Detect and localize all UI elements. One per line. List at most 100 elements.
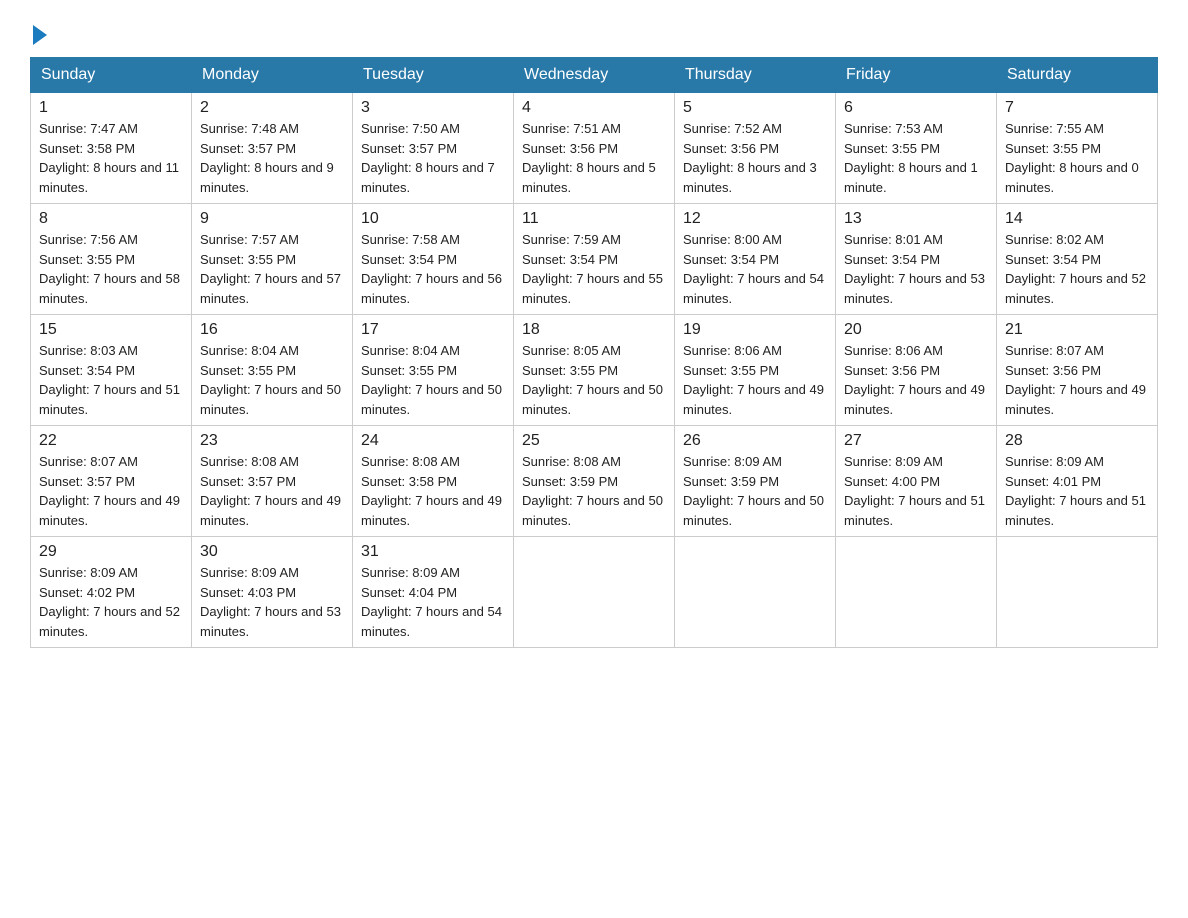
calendar-cell: 22 Sunrise: 8:07 AMSunset: 3:57 PMDayligh… bbox=[31, 426, 192, 537]
day-number: 10 bbox=[361, 210, 505, 228]
calendar-cell: 3 Sunrise: 7:50 AMSunset: 3:57 PMDaylight… bbox=[353, 93, 514, 204]
day-number: 5 bbox=[683, 99, 827, 117]
day-info: Sunrise: 8:09 AMSunset: 4:01 PMDaylight:… bbox=[1005, 452, 1149, 530]
day-info: Sunrise: 7:57 AMSunset: 3:55 PMDaylight:… bbox=[200, 230, 344, 308]
day-number: 22 bbox=[39, 432, 183, 450]
calendar-cell: 29Sunrise: 8:09 AMSunset: 4:02 PMDayligh… bbox=[31, 537, 192, 648]
day-info: Sunrise: 7:50 AMSunset: 3:57 PMDaylight:… bbox=[361, 119, 505, 197]
calendar-cell: 19 Sunrise: 8:06 AMSunset: 3:55 PMDayligh… bbox=[675, 315, 836, 426]
calendar-cell bbox=[836, 537, 997, 648]
day-number: 3 bbox=[361, 99, 505, 117]
day-info: Sunrise: 7:55 AMSunset: 3:55 PMDaylight:… bbox=[1005, 119, 1149, 197]
week-row-3: 15Sunrise: 8:03 AMSunset: 3:54 PMDayligh… bbox=[31, 315, 1158, 426]
day-info: Sunrise: 8:02 AMSunset: 3:54 PMDaylight:… bbox=[1005, 230, 1149, 308]
day-info: Sunrise: 8:07 AMSunset: 3:56 PMDaylight:… bbox=[1005, 341, 1149, 419]
day-number: 19 bbox=[683, 321, 827, 339]
calendar-cell: 8Sunrise: 7:56 AMSunset: 3:55 PMDaylight… bbox=[31, 204, 192, 315]
day-number: 24 bbox=[361, 432, 505, 450]
page-header bbox=[30, 20, 1158, 47]
calendar-cell: 16 Sunrise: 8:04 AMSunset: 3:55 PMDayligh… bbox=[192, 315, 353, 426]
calendar-cell: 10 Sunrise: 7:58 AMSunset: 3:54 PMDayligh… bbox=[353, 204, 514, 315]
day-number: 27 bbox=[844, 432, 988, 450]
day-number: 17 bbox=[361, 321, 505, 339]
day-info: Sunrise: 7:48 AMSunset: 3:57 PMDaylight:… bbox=[200, 119, 344, 197]
calendar-cell: 23 Sunrise: 8:08 AMSunset: 3:57 PMDayligh… bbox=[192, 426, 353, 537]
calendar-cell: 27 Sunrise: 8:09 AMSunset: 4:00 PMDayligh… bbox=[836, 426, 997, 537]
day-number: 30 bbox=[200, 543, 344, 561]
calendar-body: 1 Sunrise: 7:47 AMSunset: 3:58 PMDaylight… bbox=[31, 93, 1158, 648]
calendar-table: SundayMondayTuesdayWednesdayThursdayFrid… bbox=[30, 57, 1158, 648]
calendar-cell: 1 Sunrise: 7:47 AMSunset: 3:58 PMDaylight… bbox=[31, 93, 192, 204]
calendar-cell: 31 Sunrise: 8:09 AMSunset: 4:04 PMDayligh… bbox=[353, 537, 514, 648]
calendar-cell: 25Sunrise: 8:08 AMSunset: 3:59 PMDayligh… bbox=[514, 426, 675, 537]
day-number: 7 bbox=[1005, 99, 1149, 117]
calendar-cell: 7 Sunrise: 7:55 AMSunset: 3:55 PMDaylight… bbox=[997, 93, 1158, 204]
calendar-cell: 9Sunrise: 7:57 AMSunset: 3:55 PMDaylight… bbox=[192, 204, 353, 315]
day-number: 15 bbox=[39, 321, 183, 339]
calendar-header: SundayMondayTuesdayWednesdayThursdayFrid… bbox=[31, 58, 1158, 93]
column-header-saturday: Saturday bbox=[997, 58, 1158, 93]
column-header-tuesday: Tuesday bbox=[353, 58, 514, 93]
day-number: 13 bbox=[844, 210, 988, 228]
calendar-cell: 6Sunrise: 7:53 AMSunset: 3:55 PMDaylight… bbox=[836, 93, 997, 204]
day-number: 28 bbox=[1005, 432, 1149, 450]
day-number: 12 bbox=[683, 210, 827, 228]
day-number: 14 bbox=[1005, 210, 1149, 228]
header-row: SundayMondayTuesdayWednesdayThursdayFrid… bbox=[31, 58, 1158, 93]
day-number: 16 bbox=[200, 321, 344, 339]
day-info: Sunrise: 8:09 AMSunset: 4:00 PMDaylight:… bbox=[844, 452, 988, 530]
week-row-1: 1 Sunrise: 7:47 AMSunset: 3:58 PMDaylight… bbox=[31, 93, 1158, 204]
day-info: Sunrise: 8:09 AMSunset: 4:04 PMDaylight:… bbox=[361, 563, 505, 641]
week-row-2: 8Sunrise: 7:56 AMSunset: 3:55 PMDaylight… bbox=[31, 204, 1158, 315]
day-number: 31 bbox=[361, 543, 505, 561]
calendar-cell: 5 Sunrise: 7:52 AMSunset: 3:56 PMDaylight… bbox=[675, 93, 836, 204]
day-info: Sunrise: 8:07 AMSunset: 3:57 PMDaylight:… bbox=[39, 452, 183, 530]
day-number: 1 bbox=[39, 99, 183, 117]
day-number: 2 bbox=[200, 99, 344, 117]
calendar-cell: 12Sunrise: 8:00 AMSunset: 3:54 PMDayligh… bbox=[675, 204, 836, 315]
day-number: 21 bbox=[1005, 321, 1149, 339]
day-info: Sunrise: 7:52 AMSunset: 3:56 PMDaylight:… bbox=[683, 119, 827, 197]
calendar-cell: 11Sunrise: 7:59 AMSunset: 3:54 PMDayligh… bbox=[514, 204, 675, 315]
day-info: Sunrise: 8:09 AMSunset: 3:59 PMDaylight:… bbox=[683, 452, 827, 530]
day-info: Sunrise: 7:47 AMSunset: 3:58 PMDaylight:… bbox=[39, 119, 183, 197]
calendar-cell: 18 Sunrise: 8:05 AMSunset: 3:55 PMDayligh… bbox=[514, 315, 675, 426]
day-number: 23 bbox=[200, 432, 344, 450]
day-number: 4 bbox=[522, 99, 666, 117]
calendar-cell: 4 Sunrise: 7:51 AMSunset: 3:56 PMDaylight… bbox=[514, 93, 675, 204]
day-info: Sunrise: 7:58 AMSunset: 3:54 PMDaylight:… bbox=[361, 230, 505, 308]
calendar-cell: 28 Sunrise: 8:09 AMSunset: 4:01 PMDayligh… bbox=[997, 426, 1158, 537]
calendar-cell bbox=[997, 537, 1158, 648]
logo bbox=[30, 25, 47, 47]
calendar-cell: 15Sunrise: 8:03 AMSunset: 3:54 PMDayligh… bbox=[31, 315, 192, 426]
day-number: 26 bbox=[683, 432, 827, 450]
day-info: Sunrise: 7:56 AMSunset: 3:55 PMDaylight:… bbox=[39, 230, 183, 308]
calendar-cell: 24Sunrise: 8:08 AMSunset: 3:58 PMDayligh… bbox=[353, 426, 514, 537]
day-info: Sunrise: 8:09 AMSunset: 4:03 PMDaylight:… bbox=[200, 563, 344, 641]
day-info: Sunrise: 8:06 AMSunset: 3:55 PMDaylight:… bbox=[683, 341, 827, 419]
day-number: 11 bbox=[522, 210, 666, 228]
day-info: Sunrise: 7:51 AMSunset: 3:56 PMDaylight:… bbox=[522, 119, 666, 197]
calendar-cell: 26 Sunrise: 8:09 AMSunset: 3:59 PMDayligh… bbox=[675, 426, 836, 537]
day-info: Sunrise: 8:09 AMSunset: 4:02 PMDaylight:… bbox=[39, 563, 183, 641]
day-info: Sunrise: 8:05 AMSunset: 3:55 PMDaylight:… bbox=[522, 341, 666, 419]
column-header-thursday: Thursday bbox=[675, 58, 836, 93]
logo-triangle-icon bbox=[33, 25, 47, 45]
day-number: 18 bbox=[522, 321, 666, 339]
column-header-sunday: Sunday bbox=[31, 58, 192, 93]
day-info: Sunrise: 8:04 AMSunset: 3:55 PMDaylight:… bbox=[200, 341, 344, 419]
day-info: Sunrise: 8:08 AMSunset: 3:57 PMDaylight:… bbox=[200, 452, 344, 530]
week-row-5: 29Sunrise: 8:09 AMSunset: 4:02 PMDayligh… bbox=[31, 537, 1158, 648]
calendar-cell bbox=[675, 537, 836, 648]
calendar-cell: 17Sunrise: 8:04 AMSunset: 3:55 PMDayligh… bbox=[353, 315, 514, 426]
calendar-cell bbox=[514, 537, 675, 648]
day-info: Sunrise: 8:06 AMSunset: 3:56 PMDaylight:… bbox=[844, 341, 988, 419]
column-header-wednesday: Wednesday bbox=[514, 58, 675, 93]
calendar-cell: 13Sunrise: 8:01 AMSunset: 3:54 PMDayligh… bbox=[836, 204, 997, 315]
logo-blue-text bbox=[30, 25, 47, 47]
day-number: 25 bbox=[522, 432, 666, 450]
day-number: 6 bbox=[844, 99, 988, 117]
calendar-cell: 14 Sunrise: 8:02 AMSunset: 3:54 PMDayligh… bbox=[997, 204, 1158, 315]
calendar-cell: 30 Sunrise: 8:09 AMSunset: 4:03 PMDayligh… bbox=[192, 537, 353, 648]
column-header-friday: Friday bbox=[836, 58, 997, 93]
